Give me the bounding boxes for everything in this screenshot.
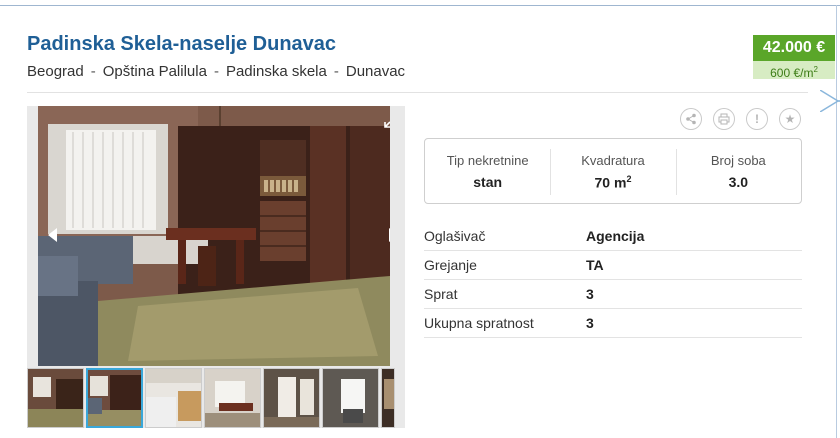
- detail-value: TA: [586, 257, 604, 273]
- share-icon[interactable]: [680, 108, 702, 130]
- breadcrumb-separator: -: [90, 63, 96, 80]
- detail-value: 3: [586, 286, 594, 302]
- summary-type-label: Tip nekretnine: [446, 153, 529, 168]
- title-divider: [27, 92, 808, 93]
- thumbnail[interactable]: [204, 368, 261, 428]
- price-per-m2: 600 €/m2: [753, 61, 835, 80]
- breadcrumb-item-area[interactable]: Padinska skela: [226, 63, 327, 80]
- detail-value: 3: [586, 315, 594, 331]
- detail-label: Grejanje: [424, 257, 477, 273]
- thumbnail[interactable]: [322, 368, 379, 428]
- details-table: Oglašivač Agencija Grejanje TA Sprat 3 U…: [424, 222, 802, 338]
- summary-type-value: stan: [473, 174, 503, 190]
- thumbnail[interactable]: [263, 368, 320, 428]
- main-photo[interactable]: [38, 106, 390, 366]
- summary-rooms: Broj soba 3.0: [675, 139, 801, 203]
- summary-area-label: Kvadratura: [581, 153, 645, 168]
- detail-label: Oglašivač: [424, 228, 486, 244]
- price-badge: 42.000 €: [753, 35, 835, 61]
- listing-actions: ! ★: [680, 108, 801, 130]
- thumbnail[interactable]: [27, 368, 84, 428]
- detail-row-floor: Sprat 3: [424, 280, 802, 309]
- detail-row-heating: Grejanje TA: [424, 251, 802, 280]
- detail-label: Ukupna spratnost: [424, 315, 534, 331]
- thumbnail-active[interactable]: [86, 368, 143, 428]
- detail-row-total-floors: Ukupna spratnost 3: [424, 309, 802, 338]
- report-icon[interactable]: !: [746, 108, 768, 130]
- side-tab-icon[interactable]: [820, 90, 840, 112]
- summary-area: Kvadratura 70 m2: [550, 139, 675, 203]
- summary-area-value: 70 m2: [550, 174, 675, 191]
- property-summary-card: Tip nekretnine stan Kvadratura 70 m2 Bro…: [424, 138, 802, 204]
- summary-type: Tip nekretnine stan: [425, 139, 550, 203]
- price-per-m2-unit-sup: 2: [813, 65, 818, 74]
- detail-row-advertiser: Oglašivač Agencija: [424, 222, 802, 251]
- top-border: [0, 5, 840, 6]
- summary-rooms-value: 3.0: [728, 174, 749, 190]
- summary-area-sup: 2: [626, 174, 632, 184]
- breadcrumb-item-city[interactable]: Beograd: [27, 63, 84, 80]
- expand-icon[interactable]: [384, 114, 390, 128]
- print-icon[interactable]: [713, 108, 735, 130]
- price-per-m2-value: 600 €/m: [770, 66, 814, 80]
- breadcrumb-separator: -: [213, 63, 219, 80]
- right-divider: [836, 5, 837, 438]
- detail-label: Sprat: [424, 286, 458, 302]
- breadcrumb-item-neighborhood[interactable]: Dunavac: [346, 63, 405, 80]
- listing-title: Padinska Skela-naselje Dunavac: [27, 33, 337, 55]
- thumbnail-strip: [27, 368, 405, 428]
- next-photo-arrow-icon[interactable]: [389, 228, 390, 242]
- thumbnail[interactable]: [145, 368, 202, 428]
- prev-photo-arrow-icon[interactable]: [48, 228, 57, 242]
- detail-value: Agencija: [586, 228, 645, 244]
- breadcrumb-separator: -: [333, 63, 339, 80]
- thumbnail[interactable]: [381, 368, 395, 428]
- photo-gallery: [27, 106, 405, 428]
- room-photo-image: [38, 106, 390, 366]
- favorite-icon[interactable]: ★: [779, 108, 801, 130]
- breadcrumb: Beograd - Opština Palilula - Padinska skela -…: [27, 63, 405, 80]
- breadcrumb-item-municipality[interactable]: Opština Palilula: [103, 63, 207, 80]
- summary-area-number: 70 m: [594, 174, 627, 191]
- summary-rooms-label: Broj soba: [710, 153, 766, 168]
